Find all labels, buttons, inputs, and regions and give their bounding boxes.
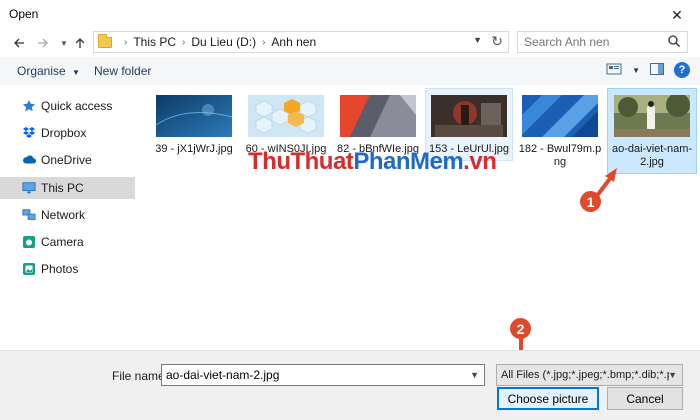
file-type-filter[interactable]: All Files (*.jpg;*.jpeg;*.bmp;*.dib;*.pn… [496,364,683,386]
chevron-down-icon[interactable]: ▼ [470,370,479,380]
bottom-bar: File name: ▼ All Files (*.jpg;*.jpeg;*.b… [0,350,700,420]
cancel-button[interactable]: Cancel [607,387,683,410]
file-name-combobox[interactable]: ▼ [161,364,485,386]
chevron-down-icon[interactable]: ▼ [668,370,677,380]
file-type-filter-value: All Files (*.jpg;*.jpeg;*.bmp;*.dib;*.pn… [501,369,669,381]
file-name-label: File name: [112,369,169,383]
step-marker-one: 1 [580,191,601,212]
choose-picture-button[interactable]: Choose picture [497,387,599,410]
step-marker-two: 2 [510,318,531,339]
file-name-input[interactable] [162,365,462,385]
